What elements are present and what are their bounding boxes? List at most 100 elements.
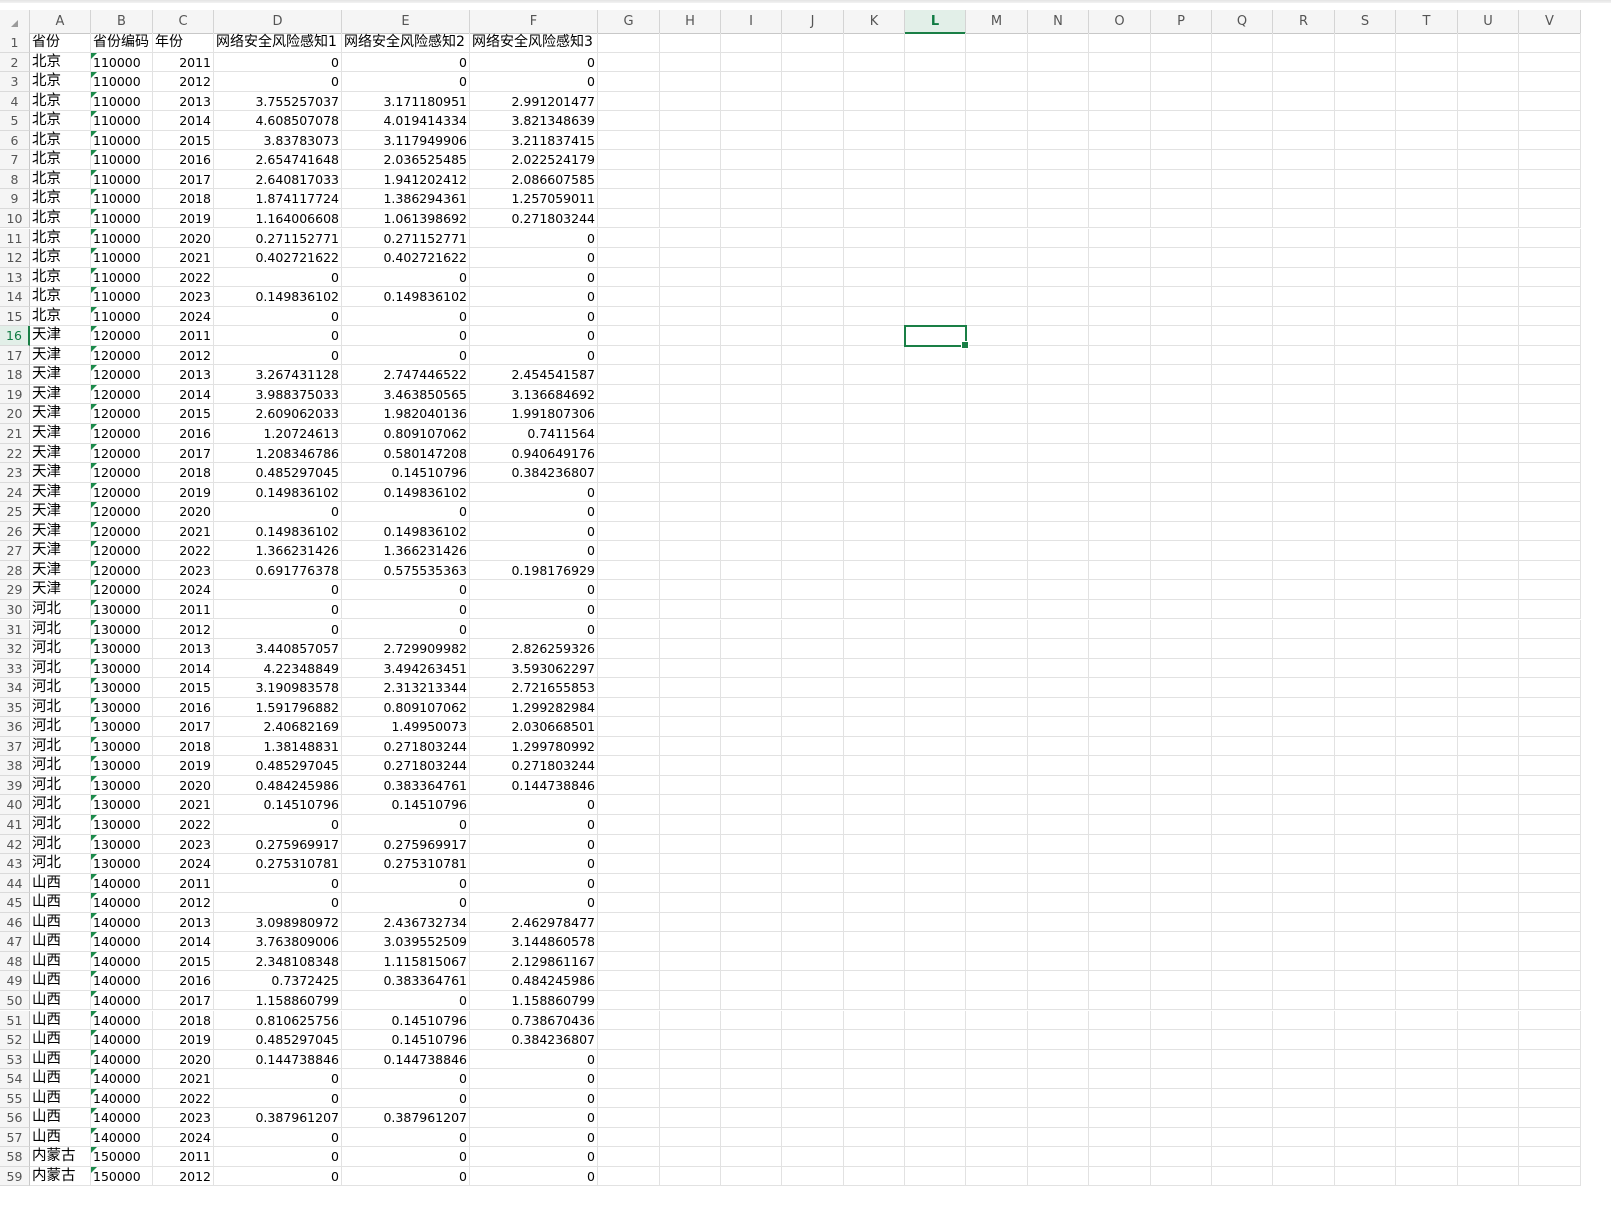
empty-cell[interactable] — [1458, 33, 1519, 53]
empty-cell[interactable] — [844, 424, 905, 444]
province-cell[interactable]: 北京 — [30, 228, 91, 249]
empty-cell[interactable] — [1089, 267, 1151, 288]
empty-cell[interactable] — [1273, 834, 1335, 855]
empty-cell[interactable] — [1212, 287, 1273, 307]
empty-cell[interactable] — [782, 893, 844, 913]
empty-cell[interactable] — [1335, 951, 1396, 972]
empty-cell[interactable] — [1519, 893, 1581, 913]
empty-cell[interactable] — [844, 443, 905, 464]
empty-cell[interactable] — [660, 1010, 721, 1031]
empty-cell[interactable] — [721, 521, 782, 542]
empty-cell[interactable] — [1089, 834, 1151, 855]
column-header-f[interactable]: F — [470, 10, 598, 34]
empty-cell[interactable] — [966, 267, 1028, 288]
empty-cell[interactable] — [1028, 169, 1089, 190]
empty-cell[interactable] — [1028, 736, 1089, 757]
empty-cell[interactable] — [1335, 1049, 1396, 1070]
empty-cell[interactable] — [1458, 326, 1519, 346]
row-header-17[interactable]: 17 — [0, 345, 30, 366]
risk-perception-cell[interactable]: 2.640817033 — [214, 169, 342, 190]
empty-cell[interactable] — [1089, 717, 1151, 737]
empty-cell[interactable] — [1151, 990, 1212, 1011]
empty-cell[interactable] — [1273, 1069, 1335, 1089]
empty-cell[interactable] — [1519, 248, 1581, 268]
empty-cell[interactable] — [1335, 873, 1396, 894]
empty-cell[interactable] — [966, 658, 1028, 679]
empty-cell[interactable] — [1519, 619, 1581, 640]
empty-cell[interactable] — [782, 834, 844, 855]
empty-cell[interactable] — [660, 1147, 721, 1167]
empty-cell[interactable] — [1519, 1069, 1581, 1089]
empty-cell[interactable] — [1396, 150, 1458, 170]
header-cell[interactable]: 网络安全风险感知2 — [342, 33, 470, 53]
empty-cell[interactable] — [1212, 150, 1273, 170]
empty-cell[interactable] — [721, 1069, 782, 1089]
province-cell[interactable]: 山西 — [30, 1088, 91, 1109]
empty-cell[interactable] — [660, 834, 721, 855]
empty-cell[interactable] — [660, 1069, 721, 1089]
empty-cell[interactable] — [1028, 599, 1089, 620]
column-header-b[interactable]: B — [91, 10, 153, 34]
risk-perception-cell[interactable]: 0 — [214, 345, 342, 366]
empty-cell[interactable] — [966, 443, 1028, 464]
empty-cell[interactable] — [966, 169, 1028, 190]
empty-cell[interactable] — [782, 384, 844, 405]
empty-cell[interactable] — [1273, 208, 1335, 229]
empty-cell[interactable] — [1519, 834, 1581, 855]
empty-cell[interactable] — [598, 990, 660, 1011]
year-cell[interactable]: 2016 — [153, 424, 214, 444]
empty-cell[interactable] — [1089, 345, 1151, 366]
empty-cell[interactable] — [966, 1127, 1028, 1148]
row-header-20[interactable]: 20 — [0, 404, 30, 424]
risk-perception-cell[interactable]: 2.654741648 — [214, 150, 342, 170]
empty-cell[interactable] — [1273, 287, 1335, 307]
empty-cell[interactable] — [721, 1108, 782, 1128]
risk-perception-cell[interactable]: 1.115815067 — [342, 951, 470, 972]
empty-cell[interactable] — [1519, 815, 1581, 835]
empty-cell[interactable] — [721, 658, 782, 679]
empty-cell[interactable] — [1519, 130, 1581, 151]
empty-cell[interactable] — [1212, 893, 1273, 913]
empty-cell[interactable] — [1273, 541, 1335, 561]
risk-perception-cell[interactable]: 0.14510796 — [342, 795, 470, 815]
empty-cell[interactable] — [966, 678, 1028, 698]
empty-cell[interactable] — [1212, 1049, 1273, 1070]
risk-perception-cell[interactable]: 0 — [342, 873, 470, 894]
risk-perception-cell[interactable]: 0.940649176 — [470, 443, 598, 464]
empty-cell[interactable] — [782, 1069, 844, 1089]
empty-cell[interactable] — [598, 208, 660, 229]
empty-cell[interactable] — [966, 619, 1028, 640]
risk-perception-cell[interactable]: 0 — [214, 580, 342, 600]
empty-cell[interactable] — [966, 873, 1028, 894]
empty-cell[interactable] — [844, 697, 905, 718]
empty-cell[interactable] — [1089, 443, 1151, 464]
empty-cell[interactable] — [721, 267, 782, 288]
empty-cell[interactable] — [1335, 228, 1396, 249]
empty-cell[interactable] — [721, 150, 782, 170]
empty-cell[interactable] — [844, 599, 905, 620]
province-code-cell[interactable]: 130000 — [91, 854, 153, 874]
province-cell[interactable]: 北京 — [30, 91, 91, 112]
empty-cell[interactable] — [1396, 169, 1458, 190]
empty-cell[interactable] — [782, 52, 844, 73]
empty-cell[interactable] — [1212, 424, 1273, 444]
risk-perception-cell[interactable]: 0.402721622 — [214, 248, 342, 268]
column-header-d[interactable]: D — [214, 10, 342, 34]
empty-cell[interactable] — [598, 33, 660, 53]
risk-perception-cell[interactable]: 3.117949906 — [342, 130, 470, 151]
empty-cell[interactable] — [1335, 639, 1396, 659]
empty-cell[interactable] — [1396, 463, 1458, 483]
empty-cell[interactable] — [660, 443, 721, 464]
risk-perception-cell[interactable]: 3.763809006 — [214, 932, 342, 952]
empty-cell[interactable] — [1335, 521, 1396, 542]
empty-cell[interactable] — [905, 1108, 966, 1128]
empty-cell[interactable] — [1028, 580, 1089, 600]
empty-cell[interactable] — [1151, 775, 1212, 796]
empty-cell[interactable] — [844, 1127, 905, 1148]
empty-cell[interactable] — [1273, 854, 1335, 874]
empty-cell[interactable] — [844, 873, 905, 894]
row-header-42[interactable]: 42 — [0, 834, 30, 855]
year-cell[interactable]: 2021 — [153, 521, 214, 542]
empty-cell[interactable] — [1212, 678, 1273, 698]
empty-cell[interactable] — [1273, 795, 1335, 815]
